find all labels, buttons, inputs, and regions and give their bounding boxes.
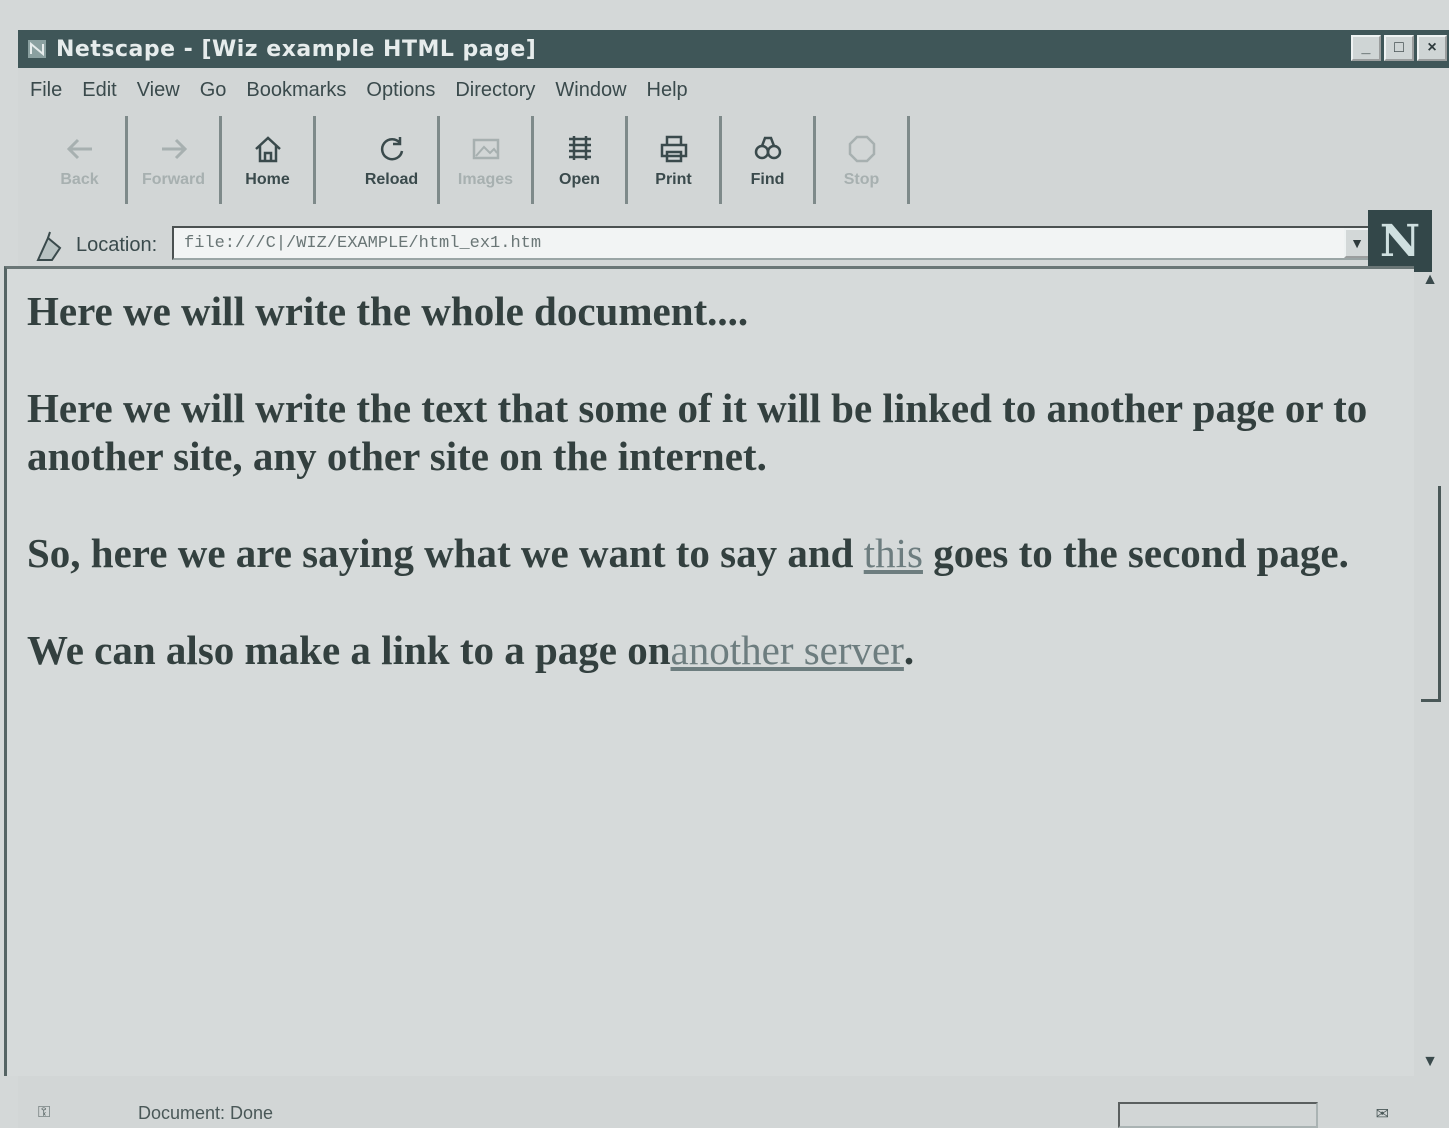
location-label: Location: <box>76 234 158 256</box>
paragraph-3-text-before: So, here we are saying what we want to s… <box>27 530 864 576</box>
menu-bookmarks[interactable]: Bookmarks <box>246 79 346 102</box>
minimize-button[interactable]: _ <box>1351 35 1381 61</box>
find-icon <box>750 131 786 167</box>
location-input[interactable]: file:///C|/WIZ/EXAMPLE/html_ex1.htm <box>172 226 1372 260</box>
menu-options[interactable]: Options <box>366 79 435 102</box>
open-button[interactable]: Open <box>534 116 628 204</box>
netscape-logo[interactable]: N <box>1368 210 1432 272</box>
stop-icon <box>844 131 880 167</box>
navigation-toolbar: Back Forward Home Reload Images Open Pri… <box>34 116 910 208</box>
security-key-icon: ⚿ <box>38 1104 51 1121</box>
reload-button[interactable]: Reload <box>346 116 440 204</box>
this-link[interactable]: this <box>864 530 923 576</box>
find-button[interactable]: Find <box>722 116 816 204</box>
bookmark-link-icon[interactable] <box>34 230 68 264</box>
window-title: Netscape - [Wiz example HTML page] <box>56 36 537 62</box>
print-icon <box>656 131 692 167</box>
menu-help[interactable]: Help <box>647 79 688 102</box>
netscape-app-icon[interactable] <box>24 37 50 61</box>
stop-button[interactable]: Stop <box>816 116 910 204</box>
menu-bar: File Edit View Go Bookmarks Options Dire… <box>18 72 688 108</box>
images-label: Images <box>457 171 514 188</box>
back-button[interactable]: Back <box>34 116 128 204</box>
document-body: Here we will write the whole document...… <box>27 287 1377 723</box>
maximize-button[interactable]: □ <box>1384 35 1414 61</box>
chevron-down-icon: ▼ <box>1350 235 1364 251</box>
images-button[interactable]: Images <box>440 116 534 204</box>
scroll-down-button[interactable]: ▼ <box>1415 1048 1445 1076</box>
forward-label: Forward <box>141 171 206 188</box>
stop-label: Stop <box>843 171 880 188</box>
status-text: Document: Done <box>138 1102 274 1123</box>
home-label: Home <box>245 171 290 188</box>
menu-edit[interactable]: Edit <box>82 79 116 102</box>
arrow-down-icon: ▼ <box>1422 1053 1438 1070</box>
menu-file[interactable]: File <box>30 79 62 102</box>
reload-icon <box>374 131 410 167</box>
back-label: Back <box>60 171 99 188</box>
reload-label: Reload <box>364 171 419 188</box>
mail-icon[interactable]: ✉ <box>1376 1104 1389 1124</box>
menu-directory[interactable]: Directory <box>455 79 535 102</box>
menu-go[interactable]: Go <box>200 79 227 102</box>
scroll-up-button[interactable]: ▲ <box>1415 266 1445 294</box>
paragraph-2: Here we will write the text that some of… <box>27 385 1368 479</box>
paragraph-4-text-after: . <box>903 627 915 673</box>
open-label: Open <box>559 171 600 188</box>
arrow-up-icon: ▲ <box>1422 271 1438 288</box>
status-bar: ⚿ Document: Done ✉ <box>18 1098 1449 1128</box>
scroll-thumb[interactable] <box>1421 486 1441 702</box>
page-content[interactable]: Here we will write the whole document...… <box>4 266 1414 1076</box>
forward-arrow-icon <box>156 131 192 167</box>
open-icon <box>562 131 598 167</box>
close-button[interactable]: × <box>1417 35 1447 61</box>
vertical-scrollbar[interactable]: ▲ ▼ <box>1415 266 1445 1076</box>
paragraph-3-text-after: goes to the second page. <box>922 530 1349 576</box>
menu-window[interactable]: Window <box>555 79 626 102</box>
menu-view[interactable]: View <box>137 79 180 102</box>
home-icon <box>250 131 286 167</box>
print-label: Print <box>655 171 692 188</box>
home-button[interactable]: Home <box>222 116 316 204</box>
paragraph-1: Here we will write the whole document...… <box>27 288 749 334</box>
paragraph-3: So, here we are saying what we want to s… <box>27 529 1377 577</box>
forward-button[interactable]: Forward <box>128 116 222 204</box>
progress-box <box>1118 1102 1318 1128</box>
find-label: Find <box>750 171 785 188</box>
title-bar[interactable]: Netscape - [Wiz example HTML page] _ □ × <box>18 30 1449 68</box>
another-server-link[interactable]: another server <box>671 627 904 673</box>
paragraph-4-text-before: We can also make a link to a page on <box>27 627 671 673</box>
location-dropdown-button[interactable]: ▼ <box>1344 228 1370 258</box>
images-icon <box>468 131 504 167</box>
window-controls: _ □ × <box>1351 35 1447 61</box>
back-arrow-icon <box>62 131 98 167</box>
print-button[interactable]: Print <box>628 116 722 204</box>
paragraph-4: We can also make a link to a page onanot… <box>27 626 1377 674</box>
